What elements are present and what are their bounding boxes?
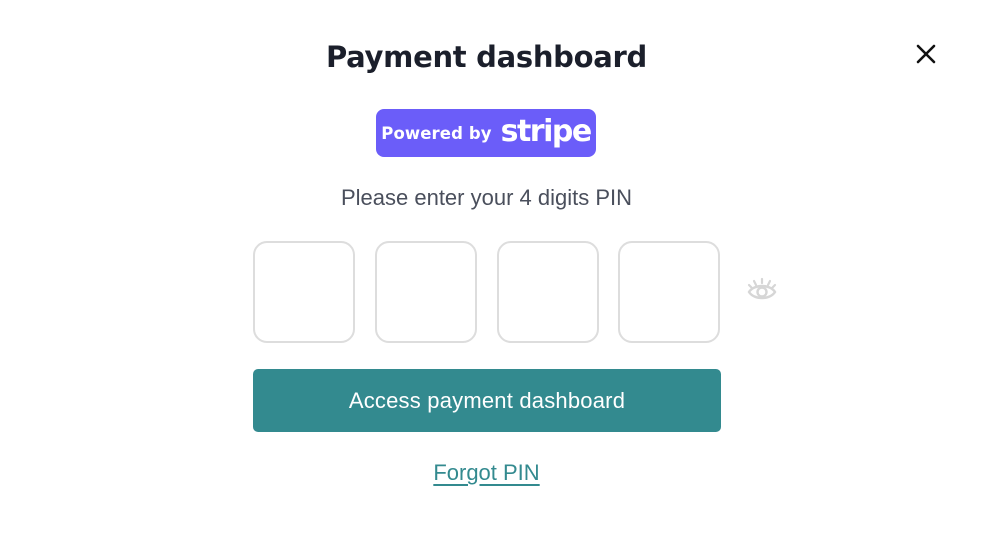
powered-by-label: Powered by bbox=[381, 123, 492, 143]
show-pin-toggle[interactable] bbox=[745, 276, 779, 304]
modal-title: Payment dashboard bbox=[326, 40, 647, 74]
stripe-logo: stripe bbox=[500, 113, 593, 149]
pin-prompt: Please enter your 4 digits PIN bbox=[340, 185, 633, 210]
powered-by-stripe-badge: Powered by stripe bbox=[376, 109, 596, 157]
forgot-pin-link[interactable]: Forgot PIN bbox=[0, 460, 973, 486]
pin-digit-3[interactable] bbox=[497, 241, 599, 343]
pin-digit-2[interactable] bbox=[375, 241, 477, 343]
pin-digit-4[interactable] bbox=[618, 241, 720, 343]
pin-digit-1[interactable] bbox=[253, 241, 355, 343]
payment-dashboard-modal: Payment dashboard Powered by stripe Plea… bbox=[0, 0, 990, 540]
close-icon bbox=[916, 44, 936, 64]
access-dashboard-button[interactable]: Access payment dashboard bbox=[253, 369, 721, 432]
close-button[interactable] bbox=[912, 40, 940, 68]
eye-icon bbox=[747, 277, 777, 300]
